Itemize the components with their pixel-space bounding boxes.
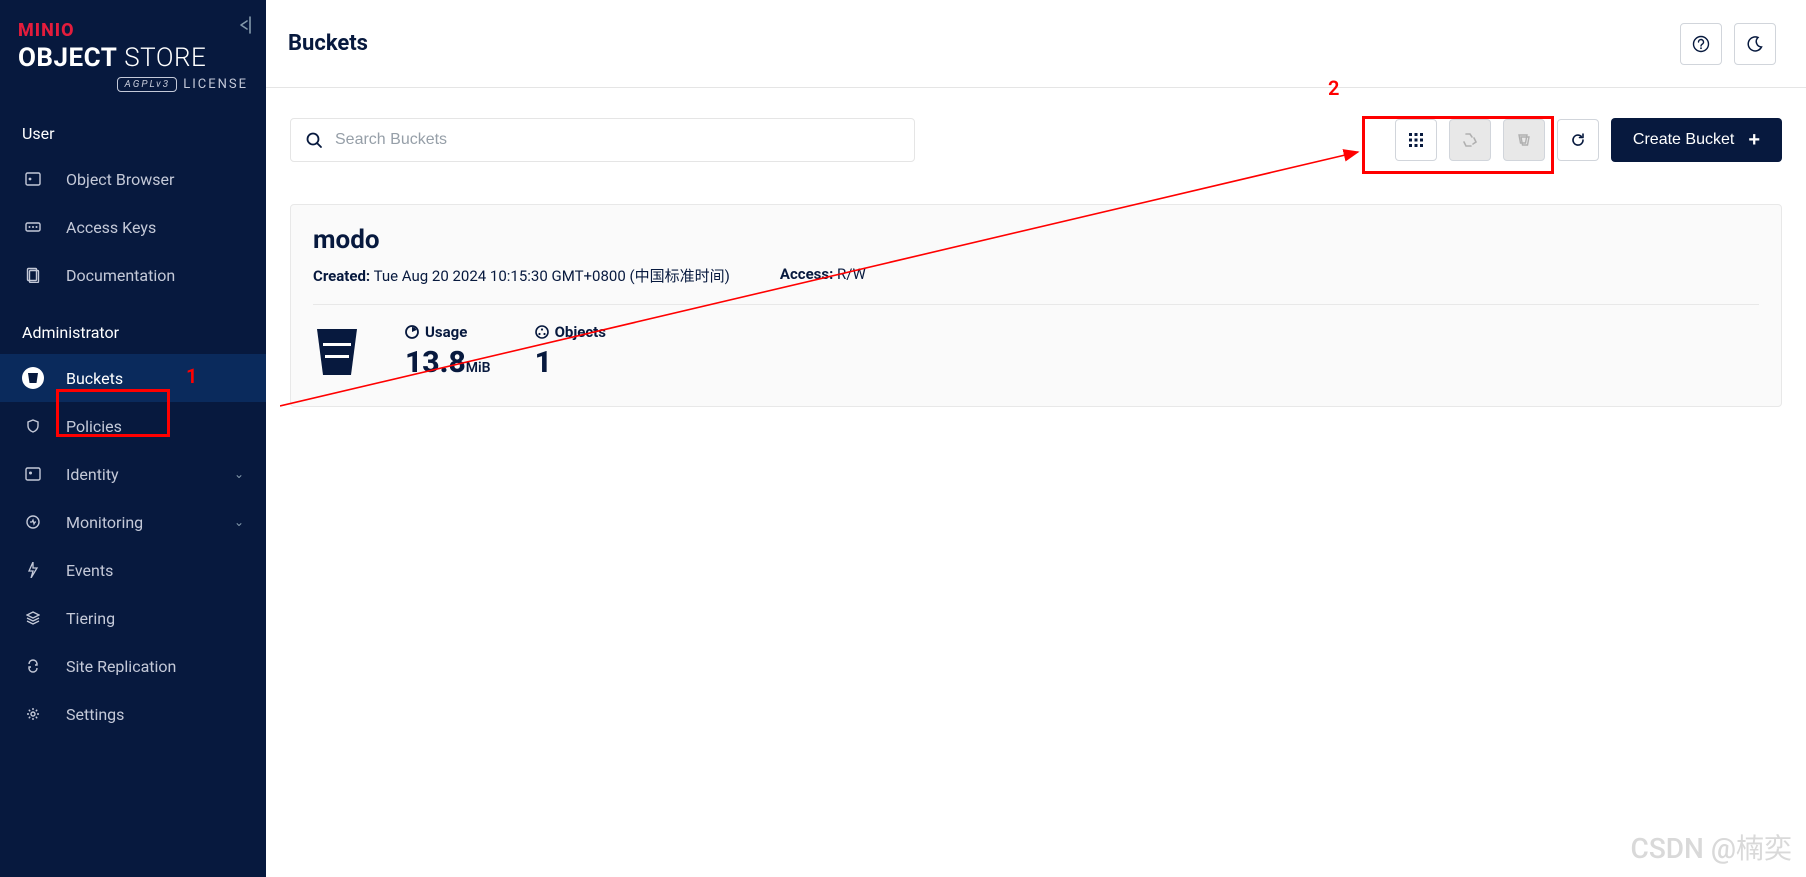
sidebar-item-label: Monitoring bbox=[66, 513, 143, 532]
sidebar-item-label: Access Keys bbox=[66, 218, 156, 237]
sidebar-item-events[interactable]: Events bbox=[0, 546, 266, 594]
brand-license: AGPLv3 LICENSE bbox=[18, 77, 248, 92]
object-browser-icon bbox=[22, 168, 44, 190]
sidebar-item-object-browser[interactable]: Object Browser bbox=[0, 155, 266, 203]
sidebar-item-access-keys[interactable]: Access Keys bbox=[0, 203, 266, 251]
brand-main: OBJECT STORE bbox=[18, 43, 248, 73]
bucket-name: modo bbox=[313, 225, 1759, 255]
logo-area: MINIO OBJECT STORE AGPLv3 LICENSE bbox=[0, 0, 266, 100]
sidebar-item-label: Policies bbox=[66, 417, 122, 436]
sidebar-item-label: Identity bbox=[66, 465, 119, 484]
topbar-actions bbox=[1680, 23, 1776, 65]
bucket-created: Created: Tue Aug 20 2024 10:15:30 GMT+08… bbox=[313, 265, 730, 286]
sidebar: MINIO OBJECT STORE AGPLv3 LICENSE User O… bbox=[0, 0, 266, 877]
sidebar-item-policies[interactable]: Policies bbox=[0, 402, 266, 450]
bucket-large-icon bbox=[313, 325, 361, 379]
objects-label: Objects bbox=[535, 323, 606, 341]
sidebar-item-label: Documentation bbox=[66, 266, 175, 285]
sidebar-item-label: Tiering bbox=[66, 609, 115, 628]
sidebar-item-documentation[interactable]: Documentation bbox=[0, 251, 266, 299]
plus-icon: + bbox=[1748, 129, 1760, 152]
create-bucket-button[interactable]: Create Bucket + bbox=[1611, 118, 1782, 162]
sidebar-item-label: Object Browser bbox=[66, 170, 174, 189]
help-button[interactable] bbox=[1680, 23, 1722, 65]
refresh-button[interactable] bbox=[1557, 119, 1599, 161]
usage-value: 13.8MiB bbox=[405, 345, 491, 380]
page-title: Buckets bbox=[288, 31, 368, 56]
search-input[interactable] bbox=[335, 131, 900, 149]
usage-stat: Usage 13.8MiB bbox=[405, 323, 491, 380]
bucket-meta: Created: Tue Aug 20 2024 10:15:30 GMT+08… bbox=[313, 265, 1759, 305]
sidebar-item-settings[interactable]: Settings bbox=[0, 690, 266, 738]
objects-icon bbox=[535, 325, 549, 339]
usage-icon bbox=[405, 325, 419, 339]
settings-icon bbox=[22, 703, 44, 725]
bucket-card[interactable]: modo Created: Tue Aug 20 2024 10:15:30 G… bbox=[290, 204, 1782, 407]
sidebar-item-identity[interactable]: Identity ⌄ bbox=[0, 450, 266, 498]
sidebar-item-site-replication[interactable]: Site Replication bbox=[0, 642, 266, 690]
content: Create Bucket + modo Created: Tue Aug 20… bbox=[266, 88, 1806, 437]
monitoring-icon bbox=[22, 511, 44, 533]
moon-icon bbox=[1746, 35, 1764, 53]
bucket-access: Access: R/W bbox=[780, 265, 866, 286]
brand-logo: MINIO bbox=[18, 20, 248, 41]
chevron-down-icon: ⌄ bbox=[234, 467, 244, 481]
search-wrap bbox=[290, 118, 915, 162]
lifecycle-icon bbox=[1462, 132, 1478, 148]
topbar: Buckets bbox=[266, 0, 1806, 88]
sidebar-item-label: Settings bbox=[66, 705, 124, 724]
policies-icon bbox=[22, 415, 44, 437]
sidebar-item-label: Site Replication bbox=[66, 657, 176, 676]
help-icon bbox=[1692, 35, 1710, 53]
action-row: Create Bucket + bbox=[290, 118, 1782, 162]
objects-value: 1 bbox=[535, 345, 606, 380]
refresh-icon bbox=[1570, 132, 1586, 148]
identity-icon bbox=[22, 463, 44, 485]
usage-label: Usage bbox=[405, 323, 491, 341]
chevron-down-icon: ⌄ bbox=[234, 515, 244, 529]
create-bucket-label: Create Bucket bbox=[1633, 131, 1734, 149]
replication-button bbox=[1503, 119, 1545, 161]
collapse-sidebar-button[interactable] bbox=[236, 16, 254, 34]
section-admin-title: Administrator bbox=[0, 299, 266, 354]
sidebar-item-monitoring[interactable]: Monitoring ⌄ bbox=[0, 498, 266, 546]
events-icon bbox=[22, 559, 44, 581]
objects-stat: Objects 1 bbox=[535, 323, 606, 380]
sidebar-item-tiering[interactable]: Tiering bbox=[0, 594, 266, 642]
search-icon bbox=[305, 131, 323, 149]
access-keys-icon bbox=[22, 216, 44, 238]
grid-view-button[interactable] bbox=[1395, 119, 1437, 161]
tiering-icon bbox=[22, 607, 44, 629]
grid-icon bbox=[1408, 132, 1424, 148]
section-user-title: User bbox=[0, 100, 266, 155]
sidebar-item-buckets[interactable]: Buckets bbox=[0, 354, 266, 402]
bucket-stats: Usage 13.8MiB Objects 1 bbox=[313, 323, 1759, 380]
sidebar-item-label: Buckets bbox=[66, 369, 123, 388]
replication-icon bbox=[22, 655, 44, 677]
theme-toggle-button[interactable] bbox=[1734, 23, 1776, 65]
replication-icon bbox=[1516, 132, 1532, 148]
lifecycle-button bbox=[1449, 119, 1491, 161]
documentation-icon bbox=[22, 264, 44, 286]
main-area: Buckets bbox=[266, 0, 1806, 877]
sidebar-item-label: Events bbox=[66, 561, 113, 580]
bucket-icon bbox=[22, 367, 44, 389]
